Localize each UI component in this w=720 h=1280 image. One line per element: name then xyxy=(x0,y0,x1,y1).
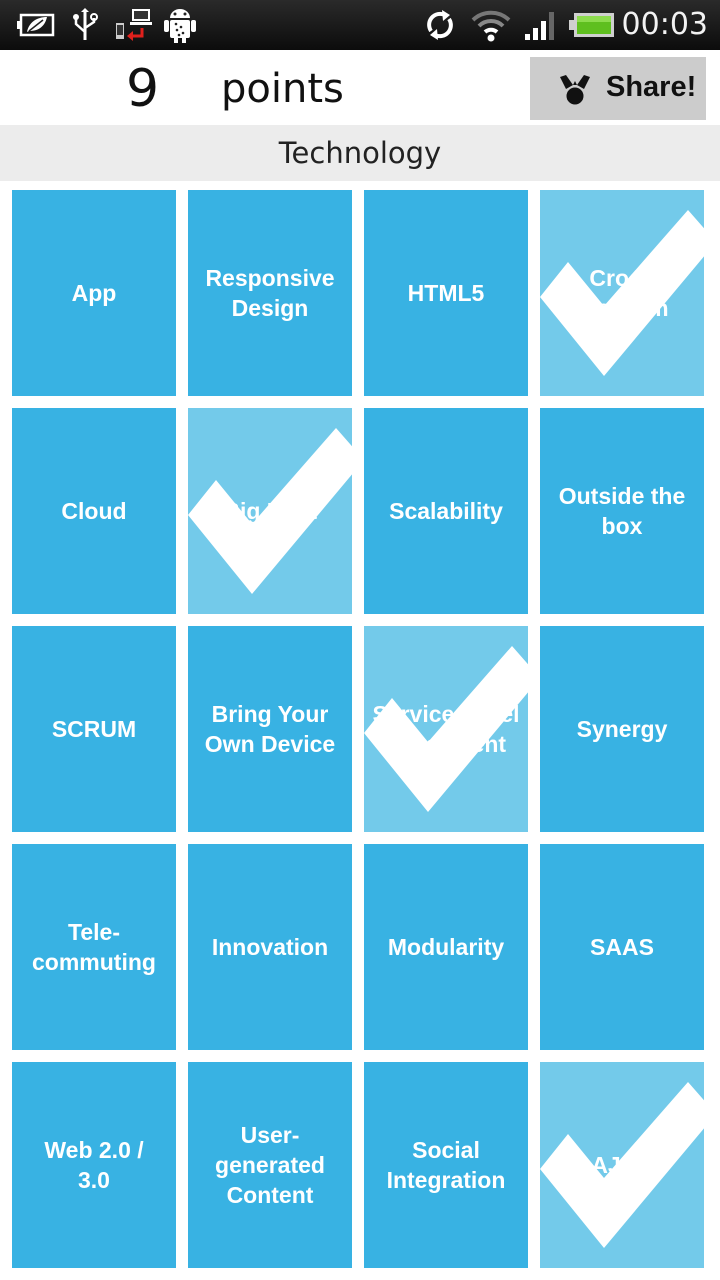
battery-saver-icon xyxy=(16,8,56,42)
bingo-cell[interactable]: User- generated Content xyxy=(188,1062,352,1268)
signal-icon xyxy=(522,8,558,42)
bingo-cell-label: Social Integration xyxy=(386,1137,506,1193)
bingo-cell-label: SCRUM xyxy=(51,716,137,742)
checkmark-icon xyxy=(540,210,704,376)
bingo-cell[interactable]: SAAS xyxy=(540,844,704,1050)
bingo-cell[interactable]: Cross Platform xyxy=(540,190,704,396)
bingo-cell[interactable]: Tele- commuting xyxy=(12,844,176,1050)
score-header: 9 points Share! xyxy=(0,50,720,125)
bingo-cell[interactable]: Outside the box xyxy=(540,408,704,614)
phone-pc-sync-icon xyxy=(114,8,152,42)
bingo-cell-label: SAAS xyxy=(590,934,654,960)
bingo-cell[interactable]: Service Level Agreement xyxy=(364,626,528,832)
bingo-cell[interactable]: AJAX xyxy=(540,1062,704,1268)
score-value: 9 xyxy=(126,59,160,119)
sync-icon xyxy=(422,8,458,42)
bingo-cell-label: HTML5 xyxy=(407,280,485,306)
bingo-grid: App Responsive Design HTML5 Cross Platform C… xyxy=(0,0,720,1280)
android-debug-icon xyxy=(162,8,198,43)
bingo-cell[interactable]: Modularity xyxy=(364,844,528,1050)
bingo-cell-label: Responsive Design xyxy=(205,265,335,321)
bingo-cell[interactable]: Social Integration xyxy=(364,1062,528,1268)
share-label: Share! xyxy=(606,71,697,103)
bingo-cell[interactable]: Cloud xyxy=(12,408,176,614)
category-bar: Technology xyxy=(0,125,720,181)
bingo-cell[interactable]: Scalability xyxy=(364,408,528,614)
bingo-cell-label: Synergy xyxy=(576,716,668,742)
checkmark-icon xyxy=(540,1082,704,1248)
bingo-cell[interactable]: Synergy xyxy=(540,626,704,832)
checkmark-icon xyxy=(364,646,528,812)
battery-icon xyxy=(568,8,616,42)
bingo-cell[interactable]: Big Data xyxy=(188,408,352,614)
bingo-cell-label: Tele- commuting xyxy=(32,919,156,975)
status-bar: 00:03 xyxy=(0,0,720,50)
share-button[interactable]: Share! xyxy=(530,57,706,120)
points-label: points xyxy=(221,66,344,112)
bingo-cell-label: Scalability xyxy=(389,498,503,524)
bingo-cell[interactable]: HTML5 xyxy=(364,190,528,396)
wifi-icon xyxy=(470,8,512,42)
bingo-cell[interactable]: SCRUM xyxy=(12,626,176,832)
bingo-cell-label: User- generated Content xyxy=(215,1122,325,1208)
bingo-cell-label: Modularity xyxy=(387,934,505,960)
bingo-cell[interactable]: Responsive Design xyxy=(188,190,352,396)
checkmark-icon xyxy=(188,428,352,594)
category-title: Technology xyxy=(278,136,442,170)
bingo-cell[interactable]: Web 2.0 / 3.0 xyxy=(12,1062,176,1268)
bingo-cell-label: Bring Your Own Device xyxy=(204,701,336,757)
bingo-cell[interactable]: App xyxy=(12,190,176,396)
bingo-cell[interactable]: Bring Your Own Device xyxy=(188,626,352,832)
bingo-cell-label: Outside the box xyxy=(558,483,686,539)
usb-icon xyxy=(70,8,100,42)
clock: 00:03 xyxy=(621,7,708,42)
share-icon xyxy=(558,73,592,107)
bingo-cell-label: Web 2.0 / 3.0 xyxy=(44,1137,144,1193)
bingo-cell-label: Innovation xyxy=(211,934,329,960)
bingo-cell-label: Cloud xyxy=(61,498,127,524)
bingo-cell[interactable]: Innovation xyxy=(188,844,352,1050)
bingo-cell-label: App xyxy=(71,280,117,306)
